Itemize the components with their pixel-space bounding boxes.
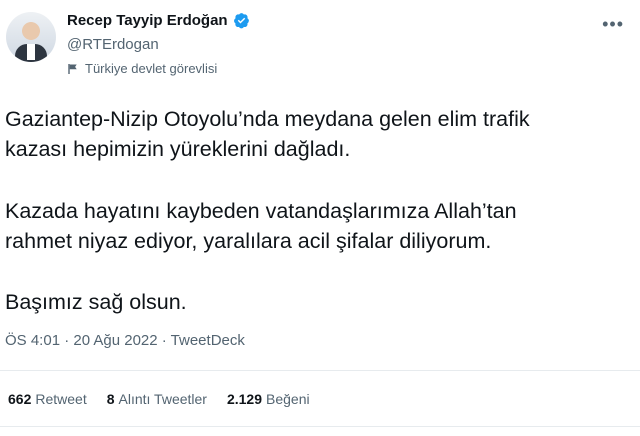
more-icon[interactable]: ••• <box>602 14 624 35</box>
author-name-row: Recep Tayyip Erdoğan <box>67 12 250 29</box>
avatar-shirt <box>27 44 35 60</box>
divider <box>0 426 640 427</box>
author-name[interactable]: Recep Tayyip Erdoğan <box>67 12 228 29</box>
tweet-line: rahmet niyaz ediyor, yaralılara acil şif… <box>5 229 492 253</box>
like-count: 2.129 <box>226 391 263 407</box>
tweet-line: Kazada hayatını kaybeden vatandaşlarımız… <box>5 199 517 223</box>
tweet-card: Recep Tayyip Erdoğan @RTErdogan Türkiye … <box>0 0 640 436</box>
retweet-count: 662 <box>8 391 32 407</box>
quote-count: 8 <box>106 391 115 407</box>
tweet-line: Başımız sağ olsun. <box>5 290 187 314</box>
account-label[interactable]: Türkiye devlet görevlisi <box>67 61 217 76</box>
flag-icon <box>68 63 77 74</box>
like-stat[interactable]: 2.129 Beğeni <box>227 391 310 407</box>
tweet-timestamp[interactable]: ÖS 4:01 · 20 Ağu 2022 · TweetDeck <box>5 332 245 349</box>
tweet-paragraph-3: Başımız sağ olsun. <box>5 287 187 317</box>
divider <box>0 370 640 371</box>
quote-stat[interactable]: 8 Alıntı Tweetler <box>107 391 207 407</box>
like-label: Beğeni <box>266 391 310 407</box>
tweet-paragraph-1: Gaziantep-Nizip Otoyolu’nda meydana gele… <box>5 104 530 164</box>
quote-label: Alıntı Tweetler <box>118 391 207 407</box>
tweet-line: kazası hepimizin yüreklerini dağladı. <box>5 137 351 161</box>
tweet-paragraph-2: Kazada hayatını kaybeden vatandaşlarımız… <box>5 196 517 256</box>
avatar[interactable] <box>6 12 56 62</box>
retweet-label: Retweet <box>35 391 87 407</box>
tweet-stats: 662 Retweet 8 Alıntı Tweetler 2.129 Beğeni <box>8 391 310 407</box>
tweet-line: Gaziantep-Nizip Otoyolu’nda meydana gele… <box>5 107 530 131</box>
account-label-text: Türkiye devlet görevlisi <box>85 61 218 76</box>
author-handle[interactable]: @RTErdogan <box>67 36 159 53</box>
retweet-stat[interactable]: 662 Retweet <box>8 391 87 407</box>
verified-badge-icon <box>233 13 249 29</box>
